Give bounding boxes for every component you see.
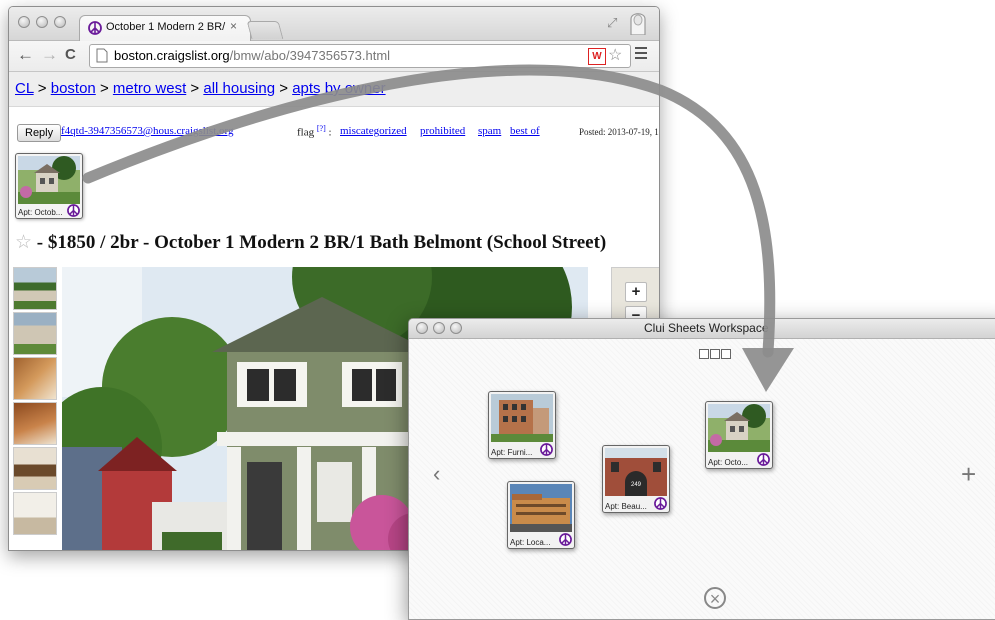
pager-dot[interactable] bbox=[721, 349, 731, 359]
workspace-canvas: ‹ + Apt: Furni... Apt: Octo... 249 Apt: … bbox=[409, 339, 995, 619]
building-thumbnail bbox=[491, 394, 553, 442]
card-label: Apt: Loca... bbox=[510, 538, 551, 547]
flag-help-link[interactable]: [?] bbox=[317, 124, 326, 133]
breadcrumb-separator: > bbox=[190, 80, 200, 97]
breadcrumb-cl[interactable]: CL bbox=[15, 80, 34, 97]
page-title: ☆ - $1850 / 2br - October 1 Modern 2 BR/… bbox=[15, 231, 606, 254]
peace-sign-icon bbox=[559, 533, 572, 546]
reload-button[interactable]: C bbox=[65, 45, 76, 65]
bookmark-star-icon[interactable]: ☆ bbox=[608, 45, 622, 65]
card-label: Apt: Furni... bbox=[491, 448, 533, 457]
photo-thumbnail[interactable] bbox=[13, 357, 57, 400]
breadcrumb-metro-west[interactable]: metro west bbox=[113, 80, 186, 97]
listing-card-furnished[interactable]: Apt: Furni... bbox=[488, 391, 556, 459]
listing-card-october[interactable]: Apt: Octo... bbox=[705, 401, 773, 469]
photo-thumbnail-strip bbox=[13, 267, 57, 550]
clui-workspace-window: Clui Sheets Workspace ‹ + Apt: Furni... bbox=[408, 318, 995, 620]
breadcrumb-boston[interactable]: boston bbox=[51, 80, 96, 97]
tab-close-icon[interactable]: × bbox=[230, 19, 237, 33]
saved-listing-label: Apt: Octob... bbox=[18, 208, 63, 217]
flag-label: flag [?] : bbox=[297, 124, 332, 139]
peace-sign-icon bbox=[757, 453, 770, 466]
page-icon bbox=[96, 48, 108, 63]
favorite-star-icon[interactable]: ☆ bbox=[15, 232, 32, 253]
close-window-button[interactable] bbox=[18, 16, 30, 28]
card-label: Apt: Octo... bbox=[708, 458, 749, 467]
close-window-button[interactable] bbox=[416, 322, 428, 334]
back-button[interactable]: ← bbox=[17, 45, 34, 65]
peace-sign-icon bbox=[654, 497, 667, 510]
posted-date: Posted: 2013-07-19, 1 bbox=[579, 127, 659, 137]
building-thumbnail: 249 bbox=[605, 448, 667, 496]
photo-thumbnail[interactable] bbox=[13, 267, 57, 310]
extension-icon[interactable]: W bbox=[588, 48, 606, 65]
browser-toolbar: ← → C boston.craigslist.org/bmw/abo/3947… bbox=[9, 41, 659, 72]
profile-icon[interactable] bbox=[627, 9, 649, 35]
flag-spam-link[interactable]: spam bbox=[478, 125, 501, 137]
breadcrumb-separator: > bbox=[99, 80, 109, 97]
fullscreen-icon[interactable]: ⤢ bbox=[607, 15, 617, 31]
tab-craigslist[interactable]: October 1 Modern 2 BR/1 × bbox=[79, 15, 251, 41]
building-thumbnail bbox=[510, 484, 572, 532]
forward-button[interactable]: → bbox=[41, 45, 58, 65]
photo-thumbnail[interactable] bbox=[13, 492, 57, 535]
peace-sign-icon bbox=[540, 443, 553, 456]
minimize-window-button[interactable] bbox=[433, 322, 445, 334]
url-text: boston.craigslist.org/bmw/abo/3947356573… bbox=[114, 48, 390, 63]
browser-titlebar: October 1 Modern 2 BR/1 × ⤢ bbox=[9, 7, 659, 41]
flag-prohibited-link[interactable]: prohibited bbox=[420, 125, 465, 137]
reply-email-link[interactable]: f4qtd-3947356573@hous.craigslist.org bbox=[61, 125, 233, 137]
tab-title: October 1 Modern 2 BR/1 bbox=[106, 21, 226, 33]
card-label: Apt: Beau... bbox=[605, 502, 647, 511]
previous-sheet-button[interactable]: ‹ bbox=[433, 461, 440, 487]
photo-thumbnail[interactable] bbox=[13, 447, 57, 490]
sheet-pager[interactable] bbox=[699, 346, 732, 364]
breadcrumb-apts-by-owner[interactable]: apts by owner bbox=[292, 80, 385, 97]
photo-thumbnail[interactable] bbox=[13, 402, 57, 445]
reply-button[interactable]: Reply bbox=[17, 124, 62, 142]
pager-dot[interactable] bbox=[699, 349, 709, 359]
post-title-text: - $1850 / 2br - October 1 Modern 2 BR/1 … bbox=[32, 232, 607, 253]
saved-listing-card[interactable]: Apt: Octob... bbox=[15, 153, 83, 219]
flag-best-of-link[interactable]: best of bbox=[510, 125, 540, 137]
breadcrumb-separator: > bbox=[37, 80, 47, 97]
map-zoom-in-button[interactable]: + bbox=[625, 282, 647, 302]
close-workspace-icon[interactable]: × bbox=[704, 587, 726, 609]
zoom-window-button[interactable] bbox=[450, 322, 462, 334]
peace-sign-icon bbox=[88, 21, 102, 35]
listing-card-beautiful[interactable]: 249 Apt: Beau... bbox=[602, 445, 670, 513]
address-bar[interactable]: boston.craigslist.org/bmw/abo/3947356573… bbox=[89, 44, 631, 68]
zoom-window-button[interactable] bbox=[54, 16, 66, 28]
house-thumbnail bbox=[708, 404, 770, 452]
svg-text:249: 249 bbox=[631, 482, 642, 488]
breadcrumb-separator: > bbox=[279, 80, 289, 97]
breadcrumb: CL > boston > metro west > all housing >… bbox=[9, 72, 659, 107]
minimize-window-button[interactable] bbox=[36, 16, 48, 28]
flag-miscategorized-link[interactable]: miscategorized bbox=[340, 125, 407, 137]
flag-text: flag bbox=[297, 126, 315, 139]
url-path: /bmw/abo/3947356573.html bbox=[229, 48, 391, 63]
clui-titlebar: Clui Sheets Workspace bbox=[409, 319, 995, 339]
new-tab-button[interactable] bbox=[246, 21, 284, 39]
breadcrumb-all-housing[interactable]: all housing bbox=[203, 80, 275, 97]
peace-sign-icon bbox=[67, 204, 80, 217]
url-host: boston.craigslist.org bbox=[114, 48, 230, 63]
house-thumbnail bbox=[18, 156, 80, 204]
photo-thumbnail[interactable] bbox=[13, 312, 57, 355]
pager-dot[interactable] bbox=[710, 349, 720, 359]
window-title: Clui Sheets Workspace bbox=[644, 321, 769, 335]
menu-icon[interactable] bbox=[635, 47, 647, 62]
add-sheet-button[interactable]: + bbox=[961, 459, 976, 490]
listing-card-location[interactable]: Apt: Loca... bbox=[507, 481, 575, 549]
